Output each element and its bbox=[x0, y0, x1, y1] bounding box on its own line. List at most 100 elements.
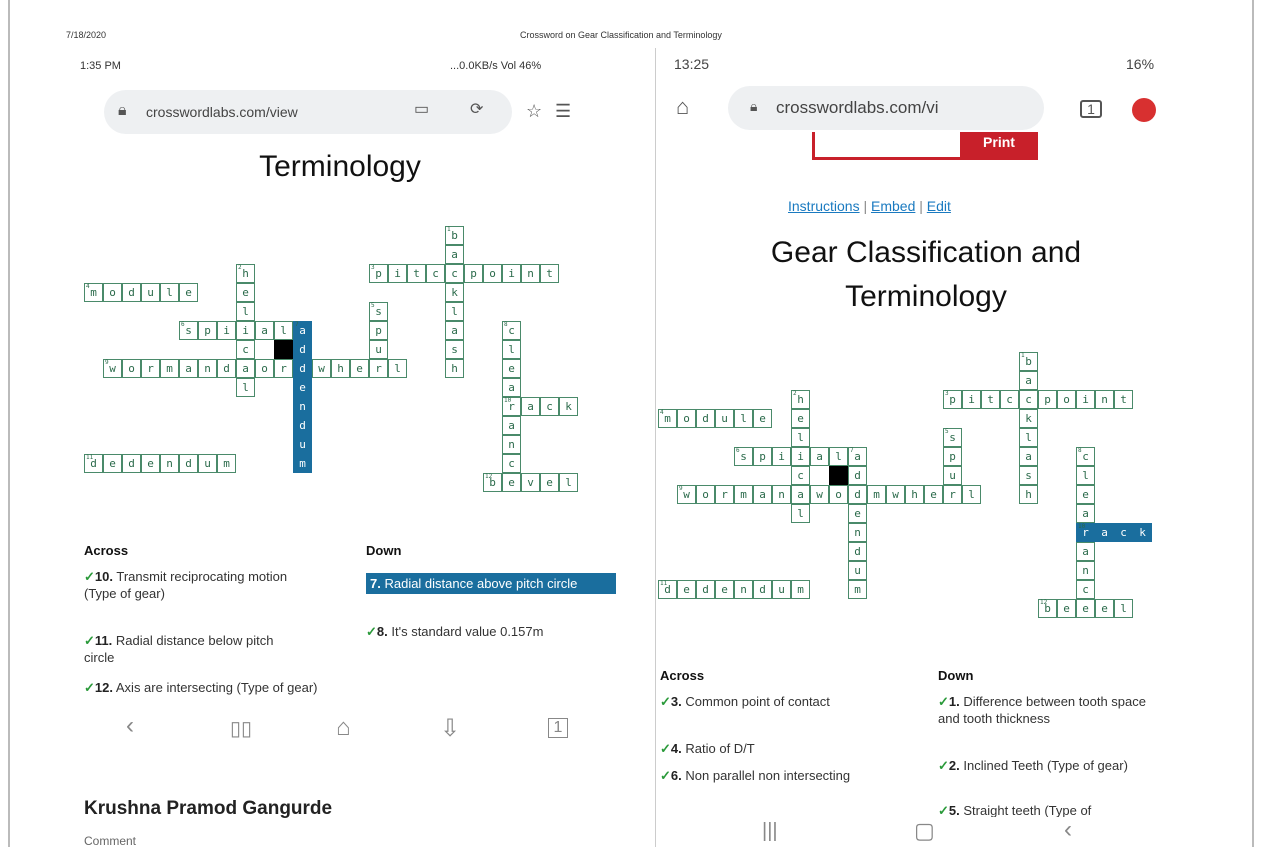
crossword-cell[interactable]: c bbox=[445, 264, 464, 283]
edit-link[interactable]: Edit bbox=[927, 198, 951, 214]
crossword-cell[interactable]: e bbox=[848, 504, 867, 523]
crossword-cell[interactable]: a bbox=[445, 321, 464, 340]
menu-icon[interactable]: ☰ bbox=[555, 102, 571, 120]
crossword-cell[interactable]: w bbox=[312, 359, 331, 378]
crossword-cell[interactable]: i bbox=[502, 264, 521, 283]
crossword-cell[interactable]: e bbox=[924, 485, 943, 504]
crossword-cell[interactable]: e bbox=[1076, 485, 1095, 504]
crossword-cell[interactable]: p bbox=[464, 264, 483, 283]
crossword-cell[interactable]: e bbox=[677, 580, 696, 599]
crossword-cell[interactable]: i bbox=[962, 390, 981, 409]
crossword-cell[interactable]: m bbox=[217, 454, 236, 473]
crossword-cell[interactable]: a bbox=[502, 378, 521, 397]
crossword-cell[interactable]: u bbox=[848, 561, 867, 580]
back-icon[interactable]: ‹ bbox=[126, 712, 134, 740]
crossword-cell[interactable]: e bbox=[502, 473, 521, 492]
crossword-cell[interactable]: l bbox=[791, 504, 810, 523]
right-across-clue-4[interactable]: ✓4. Ratio of D/T bbox=[660, 740, 880, 757]
crossword-cell[interactable]: r bbox=[715, 485, 734, 504]
crossword-cell[interactable]: s bbox=[445, 340, 464, 359]
crossword-cell[interactable]: r bbox=[943, 485, 962, 504]
crossword-cell[interactable]: d bbox=[848, 466, 867, 485]
crossword-cell[interactable]: l bbox=[962, 485, 981, 504]
crossword-cell[interactable]: w bbox=[810, 485, 829, 504]
home-icon[interactable]: ⌂ bbox=[676, 96, 689, 118]
crossword-cell[interactable]: h bbox=[1019, 485, 1038, 504]
crossword-cell[interactable]: 5s bbox=[943, 428, 962, 447]
left-across-clue-10[interactable]: ✓10. Transmit reciprocating motion (Type… bbox=[84, 568, 304, 602]
crossword-cell[interactable]: a bbox=[1095, 523, 1114, 542]
crossword-cell[interactable]: r bbox=[369, 359, 388, 378]
crossword-cell[interactable]: r bbox=[141, 359, 160, 378]
crossword-cell[interactable]: c bbox=[540, 397, 559, 416]
crossword-cell[interactable]: l bbox=[734, 409, 753, 428]
crossword-cell[interactable]: a bbox=[521, 397, 540, 416]
left-url-bar[interactable]: 🔒︎ crosswordlabs.com/view ▭ ⟳ bbox=[104, 90, 512, 134]
crossword-cell[interactable]: l bbox=[502, 340, 521, 359]
right-across-clue-3[interactable]: ✓3. Common point of contact bbox=[660, 693, 880, 710]
crossword-cell[interactable]: m bbox=[791, 580, 810, 599]
reload-icon[interactable]: ⟳ bbox=[470, 102, 483, 118]
crossword-cell[interactable]: 12 b bbox=[483, 473, 502, 492]
crossword-cell[interactable]: e bbox=[753, 409, 772, 428]
crossword-cell[interactable]: k bbox=[1019, 409, 1038, 428]
crossword-cell[interactable]: i bbox=[791, 447, 810, 466]
crossword-cell[interactable]: i bbox=[1076, 390, 1095, 409]
crossword-cell[interactable]: a bbox=[236, 359, 255, 378]
crossword-cell[interactable]: d bbox=[293, 416, 312, 435]
crossword-cell[interactable]: l bbox=[445, 302, 464, 321]
crossword-cell[interactable]: a bbox=[1076, 542, 1095, 561]
crossword-cell[interactable]: c bbox=[502, 454, 521, 473]
crossword-cell[interactable]: e bbox=[540, 473, 559, 492]
back-nav-icon[interactable]: ‹ bbox=[1064, 816, 1072, 844]
crossword-cell[interactable]: c bbox=[1076, 580, 1095, 599]
crossword-cell[interactable]: a bbox=[753, 485, 772, 504]
crossword-cell[interactable]: c bbox=[426, 264, 445, 283]
crossword-cell[interactable]: o bbox=[677, 409, 696, 428]
recents-icon[interactable]: ||| bbox=[762, 820, 778, 843]
crossword-cell[interactable]: 3p bbox=[943, 390, 962, 409]
crossword-cell[interactable]: i bbox=[236, 321, 255, 340]
crossword-cell[interactable]: i bbox=[388, 264, 407, 283]
crossword-cell[interactable]: h bbox=[331, 359, 350, 378]
crossword-cell[interactable]: d bbox=[848, 542, 867, 561]
crossword-cell[interactable]: k bbox=[559, 397, 578, 416]
crossword-cell[interactable]: m bbox=[734, 485, 753, 504]
crossword-cell[interactable]: u bbox=[715, 409, 734, 428]
star-icon[interactable]: ☆ bbox=[526, 102, 542, 120]
right-down-clue-5[interactable]: ✓5. Straight teeth (Type of bbox=[938, 802, 1168, 817]
crossword-cell[interactable]: 1b bbox=[1019, 352, 1038, 371]
right-down-clue-1[interactable]: ✓1. Difference between tooth space and t… bbox=[938, 693, 1168, 727]
crossword-cell[interactable]: t bbox=[981, 390, 1000, 409]
crossword-cell[interactable]: i bbox=[217, 321, 236, 340]
crossword-cell[interactable]: k bbox=[1133, 523, 1152, 542]
crossword-cell[interactable]: 5s bbox=[369, 302, 388, 321]
crossword-cell[interactable]: t bbox=[1114, 390, 1133, 409]
crossword-cell[interactable]: o bbox=[255, 359, 274, 378]
crossword-cell[interactable]: h bbox=[445, 359, 464, 378]
crossword-cell[interactable]: p bbox=[943, 447, 962, 466]
crossword-cell[interactable]: c bbox=[791, 466, 810, 485]
crossword-cell[interactable]: e bbox=[103, 454, 122, 473]
crossword-cell[interactable]: n bbox=[521, 264, 540, 283]
crossword-cell[interactable]: l bbox=[829, 447, 848, 466]
crossword-cell[interactable]: a bbox=[1019, 371, 1038, 390]
crossword-cell[interactable]: e bbox=[502, 359, 521, 378]
crossword-cell[interactable]: d bbox=[122, 283, 141, 302]
crossword-cell[interactable]: c bbox=[1019, 390, 1038, 409]
crossword-cell[interactable]: n bbox=[293, 397, 312, 416]
left-across-clue-12[interactable]: ✓12. Axis are intersecting (Type of gear… bbox=[84, 679, 334, 702]
crossword-cell[interactable]: 8c bbox=[502, 321, 521, 340]
tabs-icon[interactable]: 1 bbox=[1080, 100, 1102, 118]
crossword-cell[interactable]: d bbox=[696, 580, 715, 599]
crossword-cell[interactable]: e bbox=[1095, 599, 1114, 618]
home-nav-icon[interactable]: ▢ bbox=[914, 818, 935, 844]
crossword-cell[interactable]: l bbox=[791, 428, 810, 447]
print-button[interactable]: Print bbox=[960, 132, 1038, 160]
crossword-cell[interactable]: e bbox=[179, 283, 198, 302]
crossword-cell[interactable]: e bbox=[1057, 599, 1076, 618]
crossword-cell[interactable]: 4m bbox=[84, 283, 103, 302]
crossword-cell[interactable]: l bbox=[559, 473, 578, 492]
crossword-cell[interactable]: e bbox=[1076, 599, 1095, 618]
crossword-cell[interactable]: c bbox=[236, 340, 255, 359]
